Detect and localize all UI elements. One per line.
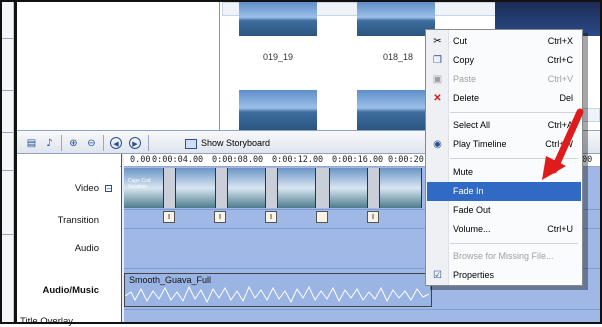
window-frame (0, 0, 602, 324)
